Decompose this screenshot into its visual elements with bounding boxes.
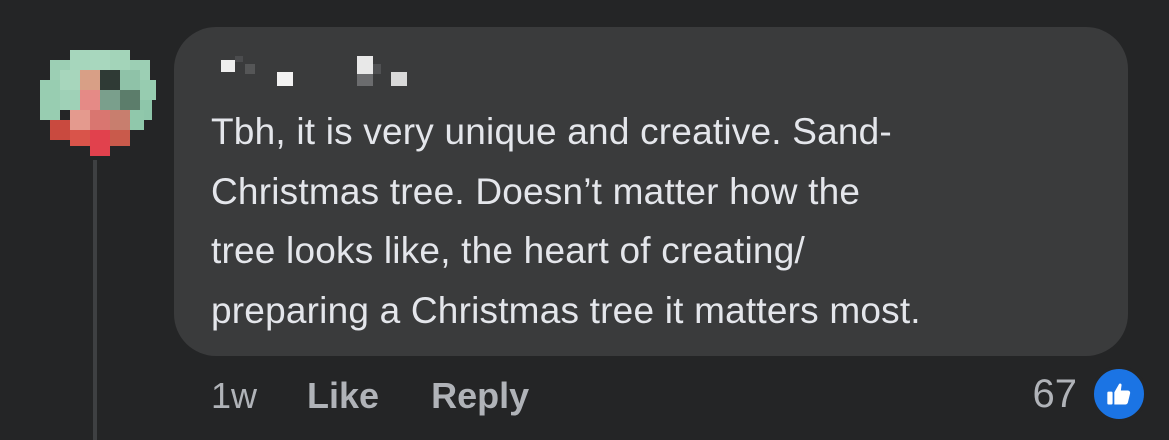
comment-text-line: Christmas tree. Doesn’t matter how the (211, 170, 861, 212)
comment-timestamp[interactable]: 1w (211, 375, 257, 417)
comment-text: Tbh, it is very unique and creative. San… (211, 102, 1111, 340)
comment-text-line: preparing a Christmas tree it matters mo… (211, 289, 921, 331)
thread-line (93, 160, 97, 440)
comment-text-line: Tbh, it is very unique and creative. San… (211, 111, 892, 152)
reaction-count: 67 (1032, 371, 1078, 416)
reply-button[interactable]: Reply (431, 375, 529, 417)
redacted-name-icon (221, 56, 407, 86)
comment-view: Tbh, it is very unique and creative. San… (0, 0, 1169, 440)
avatar[interactable] (38, 40, 158, 160)
comment-text-line: tree looks like, the heart of creating/ (211, 230, 805, 271)
comment-actions: 1w Like Reply (211, 370, 529, 422)
author-name[interactable] (221, 56, 421, 90)
thumbs-up-icon (1091, 366, 1147, 422)
avatar-image (40, 50, 156, 156)
like-button[interactable]: Like (307, 375, 379, 417)
reaction-summary[interactable]: 67 (1032, 366, 1147, 422)
